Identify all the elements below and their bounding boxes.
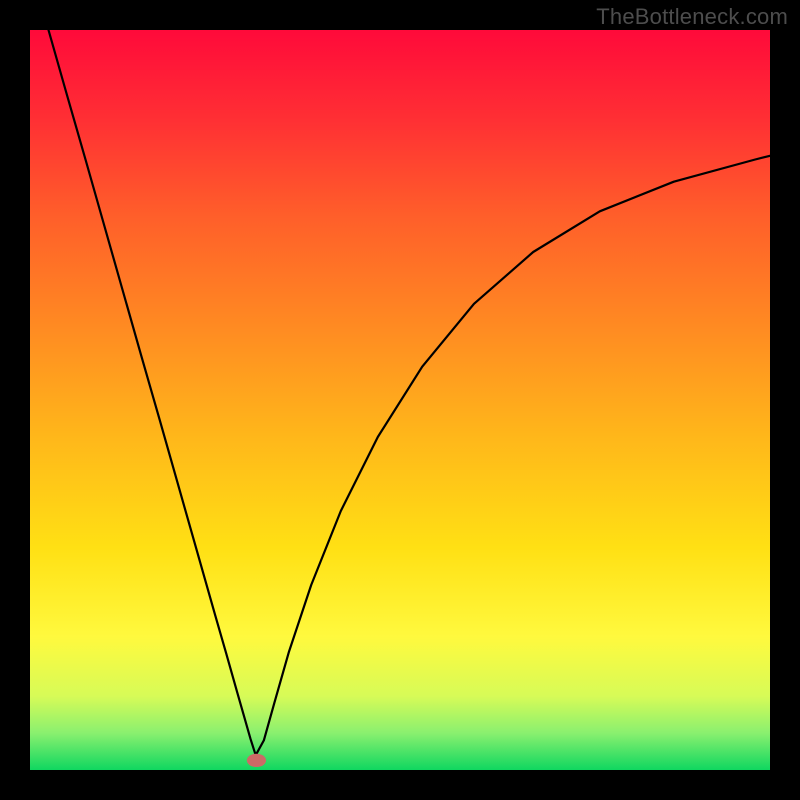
chart-stage: { "watermark": "TheBottleneck.com", "cha… — [0, 0, 800, 800]
chart-svg — [0, 0, 800, 800]
watermark-text: TheBottleneck.com — [596, 4, 788, 30]
minimum-marker — [247, 754, 266, 767]
